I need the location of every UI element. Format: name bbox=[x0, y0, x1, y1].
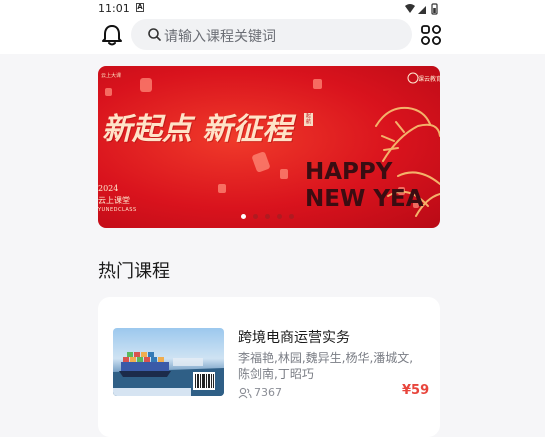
banner-new-year: NEW YEA bbox=[305, 186, 424, 212]
section-title: 热门课程 bbox=[98, 261, 170, 282]
bell-icon[interactable] bbox=[101, 23, 123, 47]
status-icons bbox=[405, 3, 438, 15]
grid-menu-icon[interactable] bbox=[421, 25, 441, 45]
search-input[interactable]: 请输入课程关键词 bbox=[131, 19, 412, 50]
banner-year: 2024 bbox=[98, 184, 119, 193]
course-teachers: 李福艳,林园,魏异生,杨华,潘城文,陈剑南,丁昭巧 bbox=[238, 351, 414, 381]
carousel-dot-2[interactable] bbox=[253, 214, 258, 219]
course-thumbnail bbox=[113, 328, 224, 396]
banner-calligraphy: 新起点 新征程 bbox=[102, 112, 293, 147]
promo-banner[interactable]: 云上大课 课云教育 新起点 新征程 起航 2024 云上课堂 YUNEDCLAS… bbox=[98, 66, 440, 228]
carousel-dot-5[interactable] bbox=[289, 214, 294, 219]
search-placeholder: 请输入课程关键词 bbox=[164, 29, 276, 45]
banner-happy: HAPPY bbox=[305, 159, 393, 185]
users-icon bbox=[238, 387, 252, 399]
search-icon bbox=[148, 28, 161, 41]
course-price: ¥59 bbox=[402, 383, 430, 398]
carousel-dot-3[interactable] bbox=[265, 214, 270, 219]
wifi-icon bbox=[405, 4, 415, 13]
status-bar: 11:01 A bbox=[0, 0, 545, 18]
course-card[interactable]: 跨境电商运营实务 李福艳,林园,魏异生,杨华,潘城文,陈剑南,丁昭巧 7367 … bbox=[98, 297, 440, 437]
banner-brand-cn: 云上课堂 bbox=[98, 196, 130, 205]
notification-badge-icon: A bbox=[136, 3, 144, 12]
carousel-dot-4[interactable] bbox=[277, 214, 282, 219]
signal-icon bbox=[418, 6, 426, 14]
course-title: 跨境电商运营实务 bbox=[238, 330, 350, 346]
top-header: 请输入课程关键词 bbox=[0, 18, 545, 54]
banner-small-title: 云上大课 bbox=[101, 73, 122, 79]
carousel-dot-1[interactable] bbox=[241, 214, 246, 219]
banner-brand-en: YUNEDCLASS bbox=[98, 207, 137, 213]
banner-logo-text: 课云教育 bbox=[418, 76, 440, 83]
learners-count: 7367 bbox=[254, 386, 282, 399]
status-time: 11:01 bbox=[98, 2, 130, 15]
banner-seal: 起航 bbox=[304, 113, 313, 126]
cargo-ship-image bbox=[113, 352, 224, 396]
